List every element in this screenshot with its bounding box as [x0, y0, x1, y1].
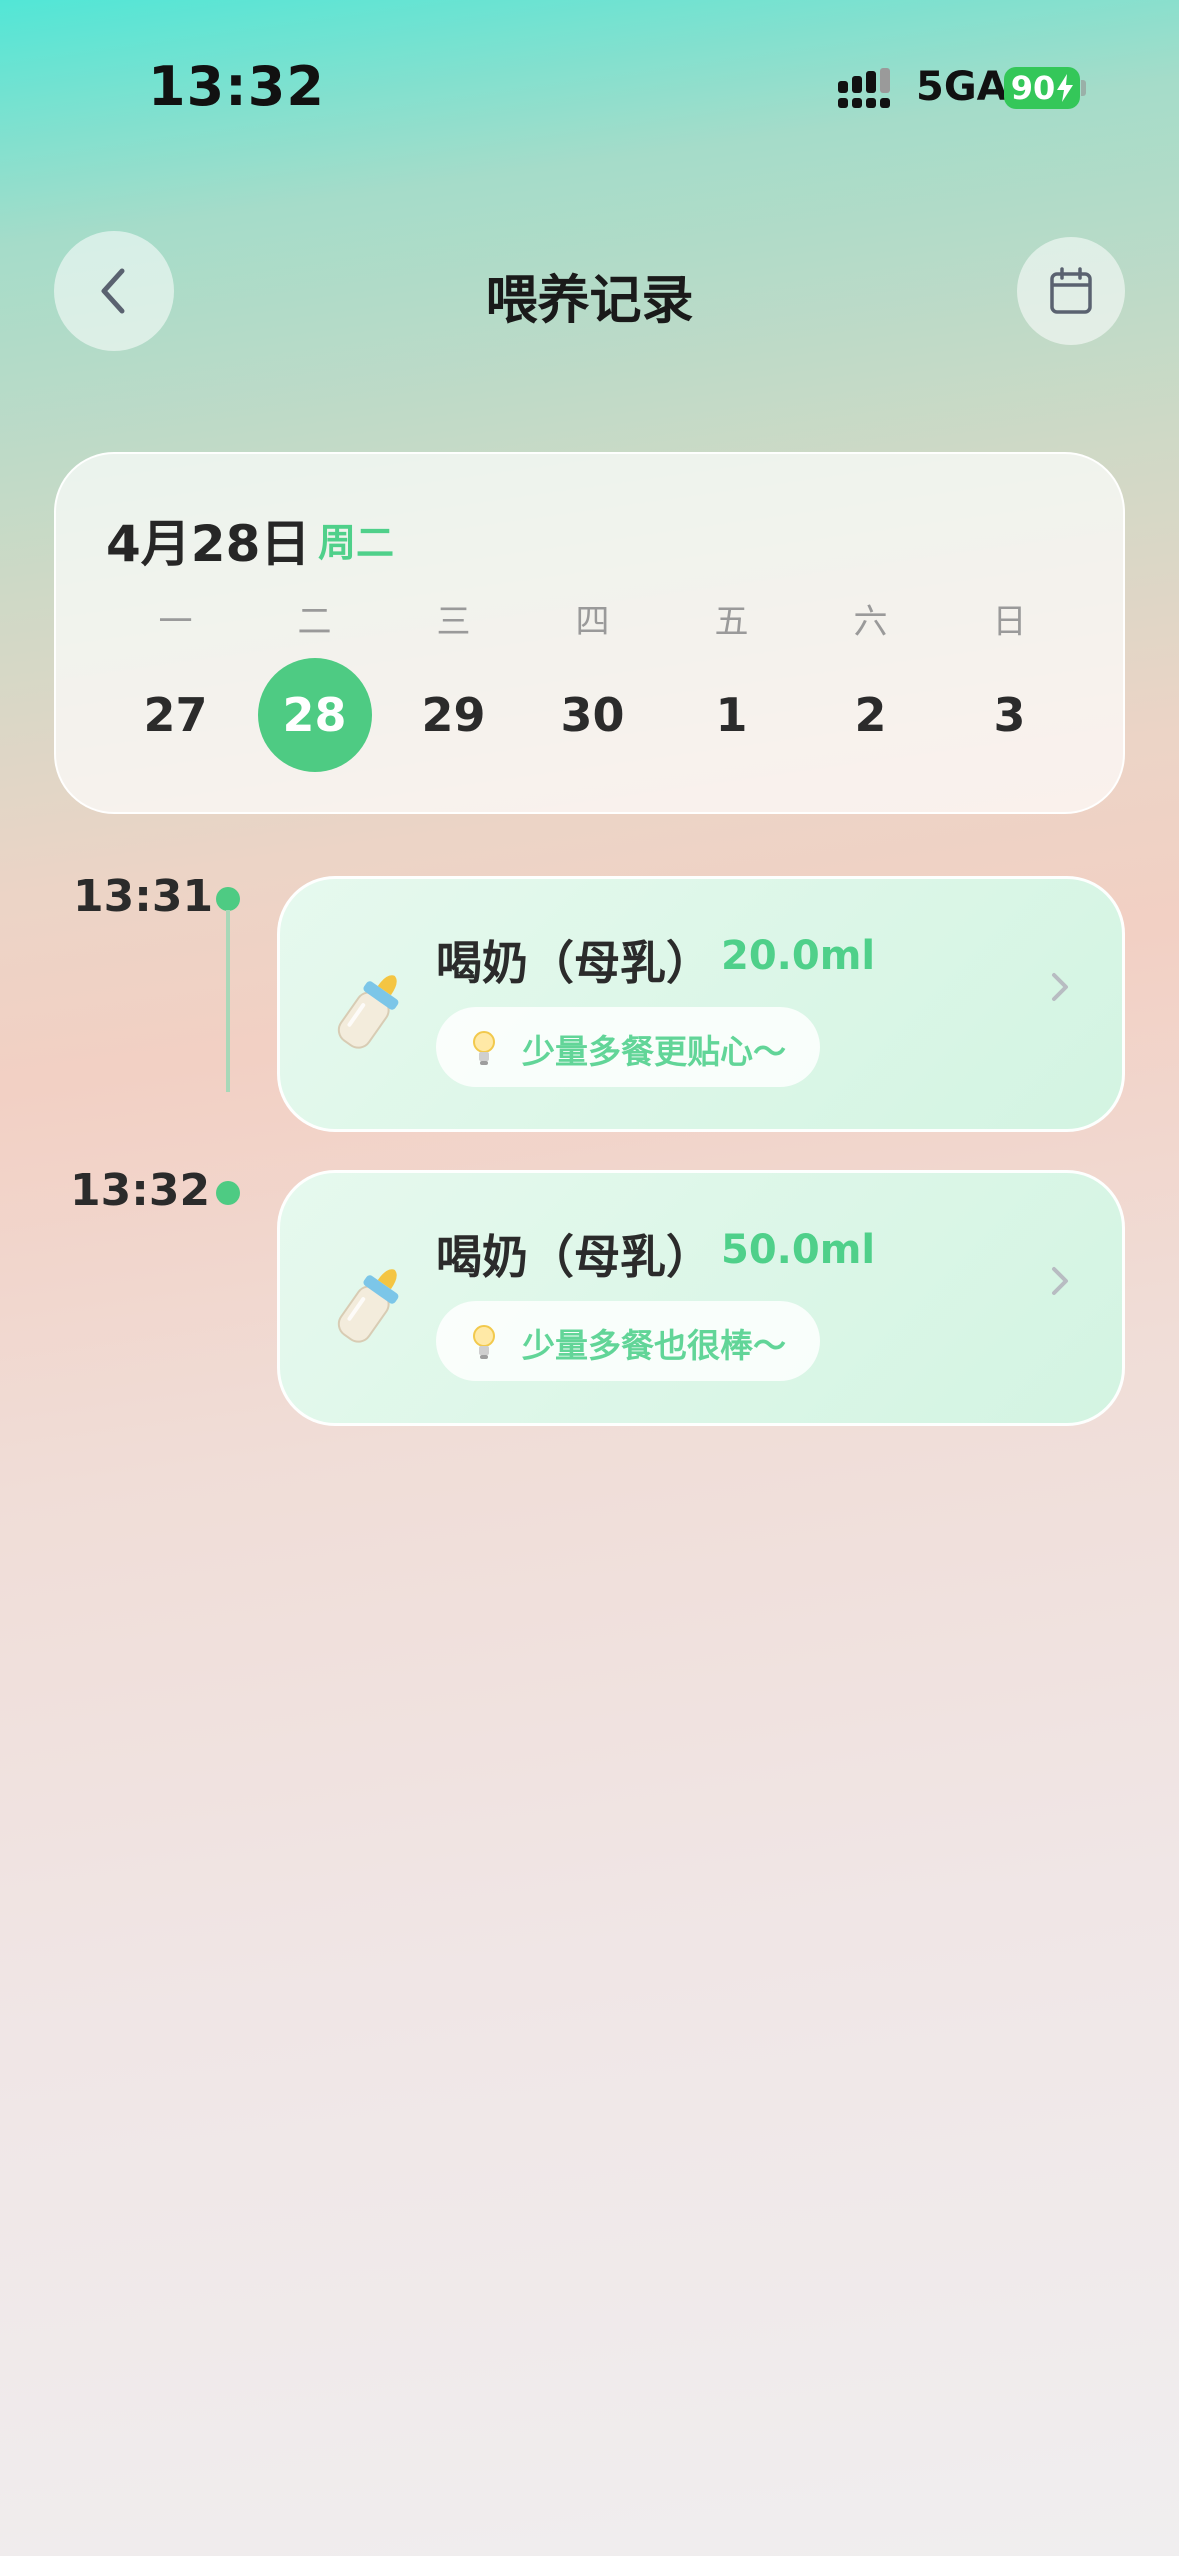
day-cell-selected[interactable]: 28	[245, 658, 384, 772]
timeline-line	[226, 910, 230, 1092]
weekday-header-row: 一 二 三 四 五 六 日	[106, 594, 1080, 643]
chevron-right-icon	[1052, 1267, 1068, 1295]
day-number: 29	[421, 688, 486, 742]
baby-bottle-icon	[337, 975, 399, 1049]
lightbulb-icon	[473, 1031, 495, 1065]
network-label: 5GA	[916, 64, 1008, 110]
record-time: 13:31	[73, 871, 214, 922]
lightbulb-icon	[473, 1325, 495, 1359]
battery-level: 90	[1010, 69, 1056, 107]
battery-cap	[1081, 80, 1086, 96]
day-row: 27 28 29 30 1 2 3	[106, 658, 1080, 772]
calendar-button[interactable]	[1017, 237, 1125, 345]
day-number: 3	[993, 688, 1026, 742]
record-time: 13:32	[70, 1165, 211, 1216]
weekday-header: 二	[297, 602, 332, 642]
tip-pill: 少量多餐也很棒～	[436, 1301, 820, 1381]
calendar-icon	[1050, 267, 1092, 314]
day-cell[interactable]: 3	[940, 658, 1079, 772]
feeding-record-card[interactable]: 喝奶（母乳） 50.0ml 少量多餐也很棒～	[277, 1170, 1125, 1426]
baby-bottle-icon	[337, 1269, 399, 1343]
day-number: 2	[854, 688, 887, 742]
page-title: 喂养记录	[485, 271, 694, 331]
day-cell[interactable]: 29	[384, 658, 523, 772]
record-amount: 20.0ml	[721, 933, 876, 979]
timeline-dot	[216, 887, 240, 911]
weekday-header: 五	[714, 602, 749, 642]
record-amount: 50.0ml	[721, 1227, 876, 1273]
day-number: 30	[560, 688, 625, 742]
selected-date-title: 4月28日	[106, 515, 311, 573]
day-number: 28	[282, 688, 347, 742]
weekday-header: 日	[992, 602, 1027, 642]
record-title: 喝奶（母乳）	[436, 1230, 712, 1284]
battery-indicator: 90	[1004, 67, 1080, 109]
record-title: 喝奶（母乳）	[436, 936, 712, 990]
day-cell[interactable]: 2	[801, 658, 940, 772]
chevron-right-icon	[1052, 973, 1068, 1001]
feeding-record-card[interactable]: 喝奶（母乳） 20.0ml 少量多餐更贴心～	[277, 876, 1125, 1132]
weekday-header: 一	[158, 602, 193, 642]
selected-day-circle: 28	[257, 658, 372, 772]
day-cell[interactable]: 1	[662, 658, 801, 772]
charging-bolt-icon	[1057, 74, 1074, 102]
week-calendar-card: 4月28日 周二 一 二 三 四 五 六 日 27 28 29 30 1 2 3	[54, 452, 1125, 814]
day-number: 27	[143, 688, 208, 742]
weekday-header: 六	[853, 602, 888, 642]
tip-pill: 少量多餐更贴心～	[436, 1007, 820, 1087]
timeline-dot	[216, 1181, 240, 1205]
signal-icon	[838, 68, 890, 108]
tip-text: 少量多餐更贴心～	[522, 1032, 786, 1071]
tip-text: 少量多餐也很棒～	[522, 1326, 786, 1365]
selected-weekday-label: 周二	[318, 521, 395, 565]
status-time: 13:32	[148, 55, 325, 118]
day-cell[interactable]: 27	[106, 658, 245, 772]
weekday-header: 四	[575, 602, 610, 642]
weekday-header: 三	[436, 602, 471, 642]
status-bar: 13:32 5GA 90	[0, 0, 1179, 175]
day-number: 1	[715, 688, 748, 742]
day-cell[interactable]: 30	[523, 658, 662, 772]
